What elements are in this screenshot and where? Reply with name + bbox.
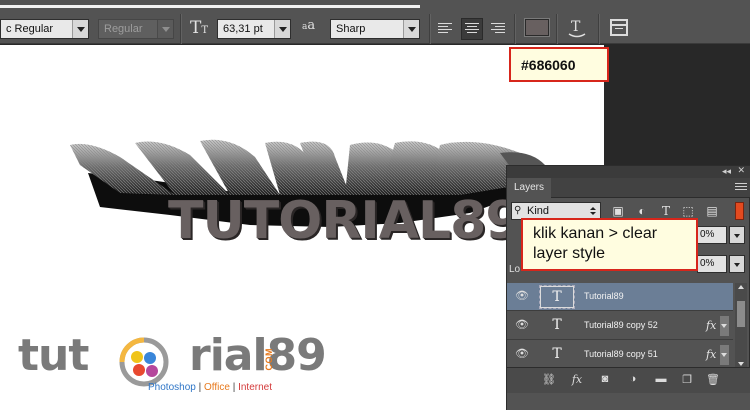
align-left-button[interactable] <box>434 18 456 40</box>
panel-tabs: Layers <box>507 178 750 198</box>
scroll-thumb[interactable] <box>737 301 745 327</box>
panel-bottom-strip <box>507 393 750 410</box>
collapse-icon[interactable]: ◂◂ <box>722 166 731 177</box>
layer-list: 👁 T Tutorial89 👁 T Tutorial89 copy 52 fx… <box>507 283 741 369</box>
highlight-strip <box>0 0 420 9</box>
smart-object-filter-icon[interactable]: ▤ <box>705 204 719 218</box>
color-callout: #686060 <box>509 47 609 82</box>
callout-color-text: #686060 <box>521 57 576 73</box>
tab-layers[interactable]: Layers <box>507 178 551 198</box>
type-filter-icon[interactable]: T <box>659 204 673 218</box>
warp-text-button[interactable]: T <box>566 17 588 39</box>
font-size-select[interactable]: 63,31 pt <box>217 19 291 39</box>
font-style-select[interactable]: Regular <box>98 19 174 39</box>
antialias-value: Sharp <box>336 23 366 35</box>
visibility-eye-icon[interactable]: 👁 <box>514 318 530 332</box>
tagline-internet: Internet <box>238 382 272 393</box>
logo-com-text: COM <box>264 348 274 371</box>
shape-filter-icon[interactable]: ⬚ <box>681 204 695 218</box>
antialias-select[interactable]: Sharp <box>330 19 420 39</box>
layers-scrollbar[interactable] <box>735 283 747 369</box>
logo-tagline: Photoshop | Office | Internet <box>148 382 272 393</box>
layer-name[interactable]: Tutorial89 copy 52 <box>584 320 658 330</box>
visibility-eye-icon[interactable]: 👁 <box>514 289 530 303</box>
options-bar: c Regular Regular TT 63,31 pt aa Sharp T <box>0 0 750 44</box>
divider <box>514 14 515 44</box>
stepper-icon <box>590 207 596 216</box>
tutorial89-logo: tut rial89 COM Photoshop | Office | Inte… <box>18 330 327 400</box>
visibility-eye-icon[interactable]: 👁 <box>514 347 530 361</box>
opacity-value: 0% <box>700 229 715 240</box>
panel-header-bar: ◂◂ ✕ <box>507 165 750 178</box>
antialias-icon: aa <box>302 18 316 33</box>
logo-wordmark: tut rial89 <box>18 330 327 381</box>
text-layer-thumbnail: T <box>539 285 575 309</box>
character-panel-icon[interactable] <box>610 19 628 36</box>
image-filter-icon[interactable]: ▣ <box>611 204 625 218</box>
font-family-value: c Regular <box>6 23 54 35</box>
layer-row[interactable]: 👁 T Tutorial89 copy 51 fx <box>507 341 733 369</box>
align-center-button[interactable] <box>461 18 483 40</box>
new-group-icon[interactable]: ▬ <box>653 373 669 387</box>
new-layer-icon[interactable]: ❐ <box>679 373 695 387</box>
new-adjustment-icon[interactable]: ◑ <box>625 373 641 387</box>
layer-name[interactable]: Tutorial89 <box>584 291 624 301</box>
chevron-down-icon <box>72 20 88 38</box>
callout-line-1: klik kanan > clear <box>533 225 658 242</box>
svg-text:T: T <box>571 19 581 35</box>
tagline-separator: | <box>229 382 239 393</box>
delete-layer-icon[interactable]: 🗑 <box>705 373 721 387</box>
artwork-text: TUTORIAL89 <box>168 191 522 251</box>
kind-label: Kind <box>527 205 550 217</box>
tagline-photoshop: Photoshop <box>148 382 196 393</box>
layer-name[interactable]: Tutorial89 copy 51 <box>584 349 658 359</box>
tagline-office: Office <box>203 382 230 393</box>
logo-text-right: rial89 <box>189 330 327 381</box>
chevron-down-icon <box>403 20 419 38</box>
effects-icon[interactable]: fx <box>706 319 716 332</box>
filter-toggle[interactable] <box>735 202 744 220</box>
effects-icon[interactable]: fx <box>706 348 716 361</box>
layers-panel: ◂◂ ✕ Layers ⚲ Kind ▣ ◐ T ⬚ ▤ 0% Lo 0% 👁 … <box>506 165 750 410</box>
scroll-up-icon[interactable] <box>738 285 744 289</box>
font-size-icon: TT <box>190 18 209 38</box>
opacity-dropdown[interactable] <box>729 226 745 244</box>
action-callout: klik kanan > clear layer style <box>521 218 698 271</box>
divider <box>429 14 430 44</box>
text-color-swatch[interactable] <box>525 19 549 36</box>
expand-effects-icon[interactable] <box>720 345 729 365</box>
fill-value: 0% <box>700 258 715 269</box>
divider <box>556 14 557 44</box>
add-style-icon[interactable]: fx <box>569 373 585 387</box>
search-icon: ⚲ <box>514 205 522 216</box>
align-right-button[interactable] <box>487 18 509 40</box>
text-layer-thumbnail: T <box>552 317 562 333</box>
font-size-value: 63,31 pt <box>223 23 263 35</box>
opacity-field[interactable]: 0% <box>697 226 727 244</box>
tagline-separator: | <box>195 382 204 393</box>
chevron-down-icon <box>157 20 173 38</box>
layers-footer: ⛓ fx ◙ ◑ ▬ ❐ 🗑 <box>507 367 750 393</box>
font-family-select[interactable]: c Regular <box>0 19 89 39</box>
divider <box>180 14 181 44</box>
warp-text-icon: T <box>568 19 586 38</box>
text-layer-thumbnail: T <box>552 346 562 362</box>
divider <box>598 14 599 44</box>
close-icon[interactable]: ✕ <box>737 165 745 176</box>
adjustment-filter-icon[interactable]: ◐ <box>635 204 649 218</box>
expand-effects-icon[interactable] <box>720 316 729 336</box>
layer-row[interactable]: 👁 T Tutorial89 copy 52 fx <box>507 312 733 340</box>
fill-dropdown[interactable] <box>729 255 745 273</box>
chevron-down-icon <box>274 20 290 38</box>
panel-menu-icon[interactable] <box>735 183 747 192</box>
logo-text-left: tut <box>18 330 89 381</box>
fill-field[interactable]: 0% <box>697 255 727 273</box>
link-layers-icon[interactable]: ⛓ <box>541 373 557 387</box>
photoshop-window: c Regular Regular TT 63,31 pt aa Sharp T… <box>0 0 750 410</box>
font-style-value: Regular <box>104 23 143 35</box>
add-mask-icon[interactable]: ◙ <box>597 373 613 387</box>
callout-line-2: layer style <box>533 245 606 262</box>
layer-row[interactable]: 👁 T Tutorial89 <box>507 283 733 311</box>
scroll-down-icon[interactable] <box>738 362 744 366</box>
